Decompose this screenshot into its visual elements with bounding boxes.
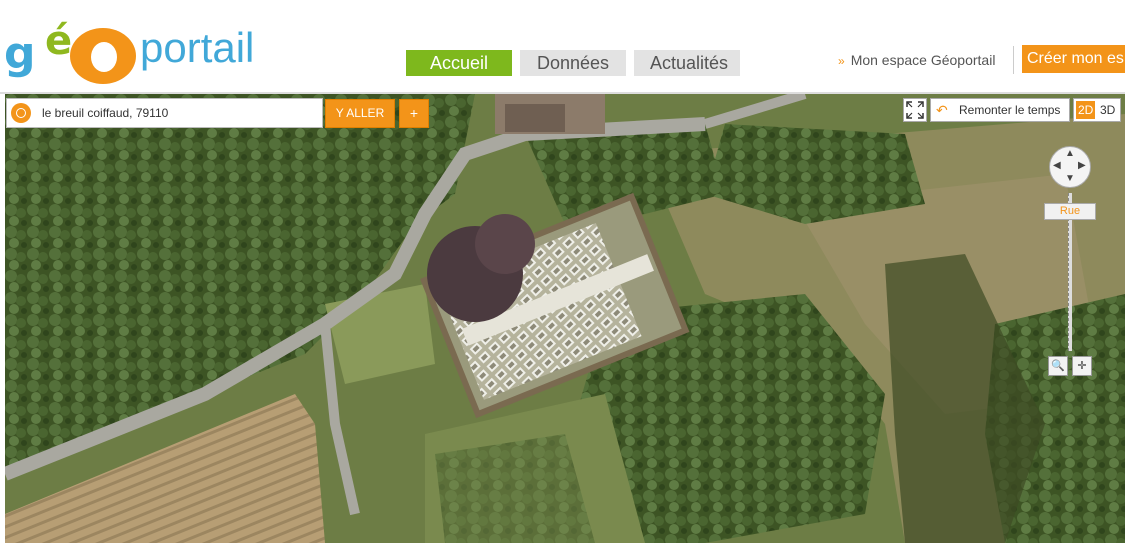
remonter-label: Remonter le temps	[959, 103, 1061, 117]
search-box	[6, 98, 323, 128]
plus-button[interactable]: +	[399, 99, 429, 128]
pan-left-icon[interactable]: ◀	[1053, 160, 1061, 171]
pan-down-icon[interactable]: ▼	[1065, 173, 1075, 184]
mon-espace-label: Mon espace Géoportail	[850, 52, 996, 68]
logo-o-inner	[91, 42, 117, 72]
logo-g: g	[4, 28, 35, 79]
chevron-right-icon: »	[838, 54, 845, 68]
mode-3d-button[interactable]: 3D	[1100, 99, 1115, 121]
zoom-level-label[interactable]: Rue	[1044, 203, 1096, 220]
logo-portail: portail	[140, 24, 255, 71]
view-mode-toggle: 2D 3D	[1073, 98, 1121, 122]
magnifier-icon[interactable]: 🔍	[1048, 356, 1068, 376]
mon-espace-link[interactable]: » Mon espace Géoportail	[838, 52, 995, 68]
fullscreen-button[interactable]	[903, 98, 927, 122]
header: g é portail Accueil Données Actualités »…	[0, 0, 1125, 94]
header-divider	[1013, 46, 1014, 74]
pan-right-icon[interactable]: ▶	[1078, 160, 1086, 171]
tab-actualites[interactable]: Actualités	[634, 50, 740, 76]
fullscreen-icon	[906, 101, 924, 119]
aerial-imagery	[5, 94, 1125, 543]
tab-donnees[interactable]: Données	[520, 50, 626, 76]
crosshair-icon[interactable]: ✛	[1072, 356, 1092, 376]
aerial-map[interactable]	[5, 94, 1125, 543]
mode-2d-button[interactable]: 2D	[1076, 101, 1096, 119]
creer-compte-button[interactable]: Créer mon es	[1022, 45, 1125, 73]
remonter-le-temps-button[interactable]: ↶ Remonter le temps	[930, 98, 1070, 122]
y-aller-button[interactable]: Y ALLER	[325, 99, 395, 128]
geoportail-logo[interactable]: g é portail	[4, 14, 284, 84]
locate-icon[interactable]	[11, 103, 31, 123]
undo-arrow-icon: ↶	[936, 102, 948, 118]
pan-up-icon[interactable]: ▲	[1065, 148, 1075, 159]
search-input[interactable]	[40, 102, 319, 124]
pan-control[interactable]: ▲ ▼ ◀ ▶	[1049, 146, 1091, 188]
tab-accueil[interactable]: Accueil	[406, 50, 512, 76]
main-nav: Accueil Données Actualités	[406, 50, 740, 76]
logo-e: é	[45, 18, 73, 64]
